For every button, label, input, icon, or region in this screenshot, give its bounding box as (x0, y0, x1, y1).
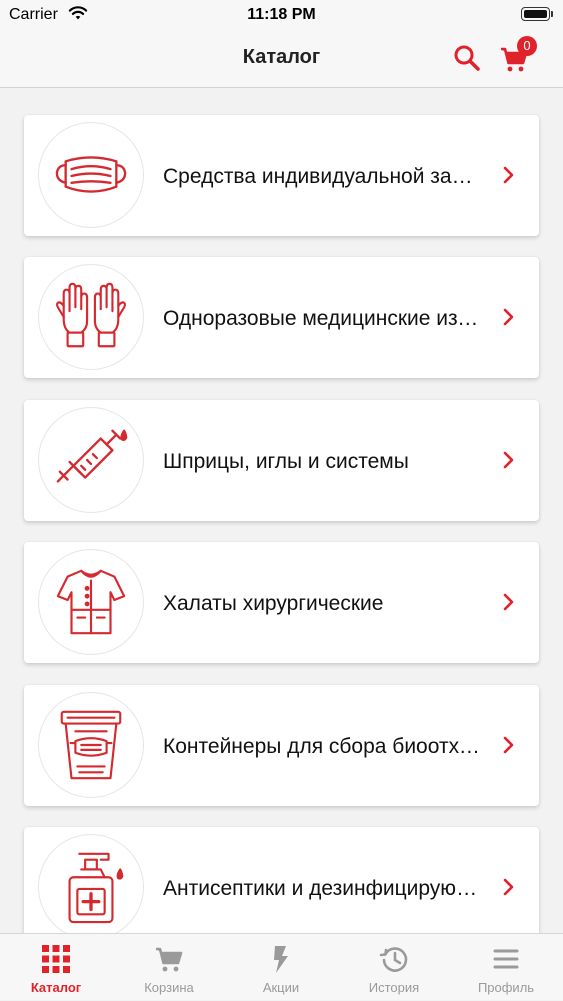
category-card-ppe[interactable]: Средства индивидуальной защиты (24, 115, 539, 236)
search-button[interactable] (452, 43, 482, 73)
category-icon-circle (38, 122, 144, 228)
navigation-bar: Каталог 0 (0, 30, 563, 88)
category-label: Халаты хирургические (163, 592, 384, 615)
category-label: Контейнеры для сбора биоотходов (163, 735, 481, 758)
battery-icon (521, 7, 550, 21)
category-icon-circle (38, 264, 144, 370)
category-icon-circle (38, 407, 144, 513)
chevron-right-icon (503, 308, 514, 326)
category-card-gowns[interactable]: Халаты хирургические (24, 542, 539, 663)
tab-label: Акции (262, 980, 300, 995)
antiseptic-bottle-icon (68, 852, 124, 924)
tab-promotions[interactable]: Акции (225, 934, 337, 1001)
chevron-right-icon (503, 593, 514, 611)
status-bar: Carrier 11:18 PM (0, 0, 563, 30)
category-icon-circle (38, 549, 144, 655)
menu-icon (493, 949, 519, 969)
category-label: Средства индивидуальной защиты (163, 165, 481, 188)
category-card-antiseptics[interactable]: Антисептики и дезинфицирующие средства (24, 827, 539, 933)
history-icon (379, 947, 408, 972)
tab-label: История (368, 980, 420, 995)
face-mask-icon (55, 156, 127, 193)
chevron-right-icon (503, 878, 514, 896)
cart-button[interactable]: 0 (499, 36, 537, 74)
battery-tip (551, 11, 553, 17)
category-card-containers[interactable]: Контейнеры для сбора биоотходов (24, 685, 539, 806)
waste-container-icon (60, 710, 122, 780)
chevron-right-icon (503, 451, 514, 469)
cart-count-badge: 0 (517, 36, 537, 56)
tab-bar: Каталог Корзина Акции История Профиль (0, 933, 563, 1000)
lightning-icon (274, 946, 288, 973)
gloves-icon (56, 282, 126, 348)
syringe-icon (56, 429, 128, 483)
cart-icon (156, 947, 183, 972)
tab-label: Профиль (477, 980, 535, 995)
tab-history[interactable]: История (338, 934, 450, 1001)
category-card-syringes[interactable]: Шприцы, иглы и системы (24, 400, 539, 521)
chevron-right-icon (503, 166, 514, 184)
chevron-right-icon (503, 736, 514, 754)
tab-cart[interactable]: Корзина (113, 934, 225, 1001)
tab-catalog[interactable]: Каталог (0, 934, 112, 1001)
grid-icon (42, 945, 70, 973)
category-label: Шприцы, иглы и системы (163, 450, 409, 473)
tab-label: Каталог (30, 980, 82, 995)
search-icon (454, 45, 480, 71)
category-label: Антисептики и дезинфицирующие средства (163, 877, 481, 900)
category-card-disposables[interactable]: Одноразовые медицинские изделия (24, 257, 539, 378)
tab-profile[interactable]: Профиль (450, 934, 562, 1001)
category-icon-circle (38, 692, 144, 798)
tab-label: Корзина (144, 980, 194, 995)
surgical-gown-icon (56, 569, 126, 635)
catalog-list[interactable]: Средства индивидуальной защиты Одноразов… (0, 88, 563, 933)
category-icon-circle (38, 834, 144, 933)
clock: 11:18 PM (247, 6, 316, 23)
category-label: Одноразовые медицинские изделия (163, 307, 481, 330)
